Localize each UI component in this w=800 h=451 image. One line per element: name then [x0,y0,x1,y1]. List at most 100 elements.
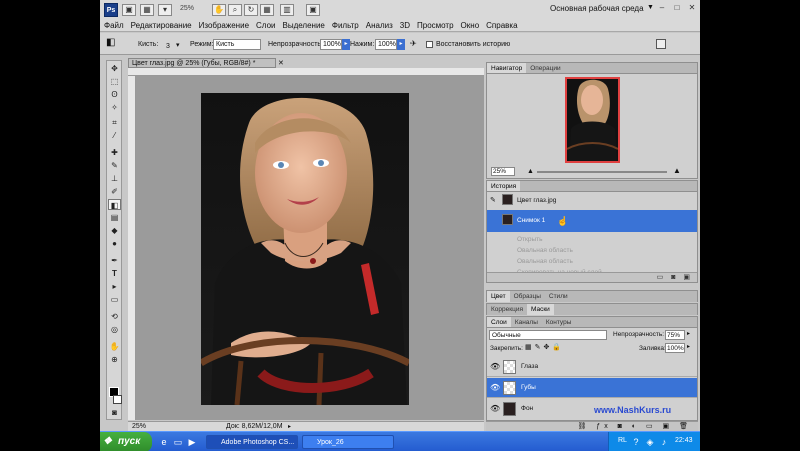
tab-swatches[interactable]: Образцы [510,291,545,302]
layer-row-selected[interactable]: 👁 Губы [487,378,697,398]
airbrush-icon[interactable]: ✈ [410,39,417,48]
brush-tool-icon[interactable]: ✎ [108,160,121,171]
visibility-eye-icon[interactable]: 👁 [490,399,500,419]
brush-size[interactable]: 3 [166,43,170,50]
arrange-icon[interactable]: ▥ [280,4,294,16]
hand-icon[interactable]: ✋ [212,4,226,16]
media-icon[interactable]: ▶ [186,436,198,448]
fill-input[interactable]: 100% [665,343,685,353]
workspace-switcher[interactable]: Основная рабочая среда [550,4,644,13]
task-lesson[interactable]: Урок_26 [302,435,394,449]
brush-picker-arrow[interactable]: ▾ [176,41,180,49]
opacity-slider-arrow[interactable]: ▸ [342,39,350,50]
3d-orbit-tool-icon[interactable]: ◎ [108,324,121,335]
shape-tool-icon[interactable]: ▭ [108,294,121,305]
rotate-icon[interactable]: ↻ [244,4,258,16]
eyedropper-tool-icon[interactable]: ⁄ [108,130,121,141]
menu-filter[interactable]: Фильтр [332,21,359,30]
blur-tool-icon[interactable]: ◆ [108,225,121,236]
visibility-eye-icon[interactable]: 👁 [490,357,500,377]
history-buttons[interactable]: ▭ ◙ ▣ [487,272,697,282]
pen-tool-icon[interactable]: ✒ [108,255,121,266]
layer-opacity-input[interactable]: 75% [665,330,685,340]
background-color-swatch[interactable] [113,395,122,404]
clone-stamp-tool-icon[interactable]: ⊥ [108,173,121,184]
desktop-icon[interactable]: ▭ [172,436,184,448]
tab-navigator[interactable]: Навигатор [487,63,527,73]
move-tool-icon[interactable]: ✥ [108,63,121,74]
crop-tool-icon[interactable]: ⌗ [108,117,121,128]
tab-actions[interactable]: Операции [526,63,564,73]
language-indicator[interactable]: RL [618,437,627,444]
tab-paths[interactable]: Контуры [542,317,576,327]
menu-3d[interactable]: 3D [400,21,410,30]
hand-tool-icon[interactable]: ✋ [108,341,121,352]
gradient-tool-icon[interactable]: ▤ [108,212,121,223]
close-tab-icon[interactable]: ✕ [278,59,284,67]
menu-file[interactable]: Файл [104,21,124,30]
minimize-icon[interactable]: – [656,3,668,14]
tab-color[interactable]: Цвет [487,291,510,302]
menu-image[interactable]: Изображение [199,21,249,30]
visibility-eye-icon[interactable]: 👁 [490,378,500,398]
zoom-in-icon[interactable]: ▲ [673,166,681,175]
task-photoshop[interactable]: Adobe Photoshop CS... [206,435,298,449]
mode-select[interactable]: Кисть [213,39,261,50]
tab-layers[interactable]: Слои [487,317,511,327]
menu-view[interactable]: Просмотр [417,21,454,30]
quick-mask-icon[interactable]: ◙ [108,407,121,418]
menu-layers[interactable]: Слои [256,21,275,30]
menu-window[interactable]: Окно [461,21,480,30]
dodge-tool-icon[interactable]: ● [108,238,121,249]
navigator-zoom-input[interactable]: 25% [491,167,515,176]
pressure-input[interactable]: 100% [375,39,397,50]
tab-adjustments[interactable]: Коррекция [487,304,527,315]
eraser-tool-icon[interactable]: ◧ [106,37,115,48]
opacity-input[interactable]: 100% [320,39,342,50]
type-tool-icon[interactable]: T [108,268,121,279]
pressure-slider-arrow[interactable]: ▸ [397,39,405,50]
menu-edit[interactable]: Редактирование [131,21,192,30]
history-source[interactable]: ✎ Цвет глаз.jpg [487,193,697,209]
network-icon[interactable]: ◈ [644,436,656,448]
tab-channels[interactable]: Каналы [511,317,542,327]
marquee-tool-icon[interactable]: ⬚ [108,76,121,87]
layer-row[interactable]: 👁 Глаза [487,357,697,377]
navigator-zoom-slider[interactable] [537,171,667,173]
screen-mode-icon[interactable]: ▣ [306,4,320,16]
menu-analysis[interactable]: Анализ [366,21,393,30]
lasso-tool-icon[interactable]: ʘ [108,89,121,100]
maximize-icon[interactable]: □ [671,3,683,14]
view-extras-icon[interactable]: ▾ [158,4,172,16]
layers-buttons[interactable]: ⛓ ƒx ◙ ◐ ▭ ▣ 🗑 [486,421,698,431]
menu-help[interactable]: Справка [486,21,517,30]
eraser-tool-icon[interactable]: ◧ [108,199,121,210]
restore-history-checkbox[interactable] [426,41,433,48]
tab-history[interactable]: История [487,181,521,191]
close-icon[interactable]: ✕ [686,3,698,14]
lock-icons[interactable]: ▦✎✥🔒 [525,343,564,351]
mini-bridge-icon[interactable]: ▦ [140,4,154,16]
history-brush-tool-icon[interactable]: ✐ [108,186,121,197]
menu-select[interactable]: Выделение [282,21,324,30]
fill-arrow-icon[interactable]: ▸ [687,343,690,350]
navigator-thumbnail[interactable] [565,77,620,163]
volume-icon[interactable]: ♪ [658,436,670,448]
blend-mode-select[interactable]: Обычные [489,330,607,340]
bridge-icon[interactable]: ▣ [122,4,136,16]
healing-brush-tool-icon[interactable]: ✚ [108,147,121,158]
grid-icon[interactable]: ▦ [260,4,274,16]
history-item-snapshot[interactable]: Снимок 1 ☝ [487,210,697,232]
path-selection-tool-icon[interactable]: ▸ [108,281,121,292]
tab-masks[interactable]: Маски [526,304,554,315]
zoom-tool-icon[interactable]: ⊕ [108,354,121,365]
chevron-down-icon[interactable]: ▼ [647,4,654,11]
tab-styles[interactable]: Стили [545,291,572,302]
history-brush-source-icon[interactable]: ✎ [490,193,496,209]
opacity-arrow-icon[interactable]: ▸ [687,330,690,337]
document-tab[interactable]: Цвет глаз.jpg @ 25% (Губы, RGB/8#) * [128,58,276,68]
quick-select-tool-icon[interactable]: ✧ [108,102,121,113]
tablet-pressure-icon[interactable] [656,39,666,49]
start-button[interactable]: ❖ пуск [100,432,152,451]
3d-rotate-tool-icon[interactable]: ⟲ [108,311,121,322]
